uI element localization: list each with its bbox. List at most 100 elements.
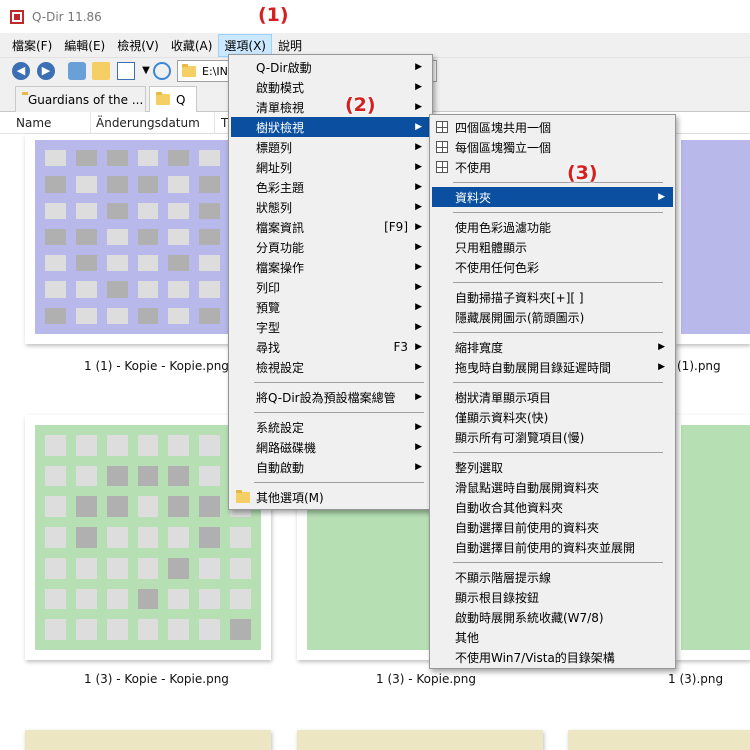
menu-item-title-bar[interactable]: 標題列 ▶ [231,137,430,157]
column-date[interactable]: Änderungsdatum [96,116,200,130]
menu-item-tab-features[interactable]: 分頁功能 ▶ [231,237,430,257]
menu-item-auto-select-expand[interactable]: 自動選擇目前使用的資料夾並展開 [432,537,673,557]
new-folder-icon[interactable] [92,62,110,80]
menu-item-other-options[interactable]: 其他選項(M) [231,487,430,507]
annotation-step-2: (2) [345,94,376,116]
menu-item-preview[interactable]: 預覽 ▶ [231,297,430,317]
menu-item-expand-favorites[interactable]: 啟動時展開系統收藏(W7/8) [432,607,673,627]
menu-item-font[interactable]: 字型 ▶ [231,317,430,337]
menu-item-startup-mode[interactable]: 啟動模式 ▶ [231,77,430,97]
menu-item-tree-none[interactable]: 不使用 [432,157,673,177]
menu-item-no-color[interactable]: 不使用任何色彩 [432,257,673,277]
menu-item-other[interactable]: 其他 [432,627,673,647]
menu-item-qdir-startup[interactable]: Q-Dir啟動 ▶ [231,57,430,77]
menu-label: 分頁功能 [256,240,305,255]
thumbnail[interactable] [25,730,271,750]
tab-q[interactable]: Q [149,86,197,112]
menu-label: 將Q-Dir設為預設檔案總管 [256,390,396,405]
menu-item-root-button[interactable]: 顯示根目錄按鈕 [432,587,673,607]
menu-item-address-bar[interactable]: 網址列 ▶ [231,157,430,177]
menu-item-tree-shared[interactable]: 四個區塊共用一個 [432,117,673,137]
menu-label: 隱藏展開圖示(箭頭圖示) [455,310,585,325]
menu-item-auto-collapse[interactable]: 自動收合其他資料夾 [432,497,673,517]
menu-item-folder[interactable]: 資料夾 ▶ [432,187,673,207]
menu-separator [453,452,663,453]
menu-separator [254,412,424,413]
menu-label: 其他 [455,630,480,645]
menu-item-tree-separate[interactable]: 每個區塊獨立一個 [432,137,673,157]
menu-label: 樹狀清單顯示項目 [455,390,552,405]
shortcut-label: F3 [393,340,408,354]
submenu-arrow-icon: ▶ [415,142,422,152]
menu-label: 色彩主題 [256,180,305,195]
menu-label: 整列選取 [455,460,504,475]
menu-item-folders-only[interactable]: 僅顯示資料夾(快) [432,407,673,427]
menu-item-list-view[interactable]: 清單檢視 ▶ [231,97,430,117]
submenu-arrow-icon: ▶ [658,192,665,202]
window-title: Q-Dir 11.86 [32,9,102,24]
menu-item-full-row-select[interactable]: 整列選取 [432,457,673,477]
menu-item-drag-expand-delay[interactable]: 拖曳時自動展開目錄延遲時間 ▶ [432,357,673,377]
menu-separator [453,332,663,333]
file-caption[interactable]: 1 (1) - Kopie - Kopie.png [84,359,229,373]
up-folder-icon[interactable] [68,62,86,80]
menu-item-system-settings[interactable]: 系統設定 ▶ [231,417,430,437]
menu-item-no-win7-structure[interactable]: 不使用Win7/Vista的目錄架構 [432,647,673,667]
menu-view[interactable]: 檢視(V) [111,34,165,57]
menu-item-auto-select-current[interactable]: 自動選擇目前使用的資料夾 [432,517,673,537]
menu-favorites[interactable]: 收藏(A) [165,34,219,57]
menu-item-view-settings[interactable]: 檢視設定 ▶ [231,357,430,377]
menu-item-color-theme[interactable]: 色彩主題 ▶ [231,177,430,197]
shortcut-label: [F9] [384,220,408,234]
menu-label: 不使用 [455,160,492,175]
submenu-arrow-icon: ▶ [415,102,422,112]
menu-item-auto-scan-subfolders[interactable]: 自動掃描子資料夾[+][ ] [432,287,673,307]
menu-item-file-operations[interactable]: 檔案操作 ▶ [231,257,430,277]
menu-item-print[interactable]: 列印 ▶ [231,277,430,297]
menu-item-file-info[interactable]: 檔案資訊 [F9] ▶ [231,217,430,237]
file-caption[interactable]: (1).png [677,359,721,373]
image-preview [681,140,750,334]
options-menu: Q-Dir啟動 ▶ 啟動模式 ▶ 清單檢視 ▶ 樹狀檢視 ▶ 標題列 ▶ 網址列 ▶ 色彩主… [228,54,433,510]
menu-label: 每個區塊獨立一個 [455,140,552,155]
menu-edit[interactable]: 編輯(E) [58,34,111,57]
thumbnail[interactable] [675,415,750,660]
view-mode-icon[interactable] [117,62,135,80]
menu-item-find[interactable]: 尋找 F3 ▶ [231,337,430,357]
menu-item-hide-expand-icon[interactable]: 隱藏展開圖示(箭頭圖示) [432,307,673,327]
menu-label: 啟動模式 [256,80,305,95]
tab-guardians[interactable]: Guardians of the ... [15,86,146,112]
menu-label: 不使用Win7/Vista的目錄架構 [455,650,615,665]
menu-separator [254,382,424,383]
thumbnail[interactable] [297,730,543,750]
back-arrow-icon[interactable]: ◀ [12,62,30,80]
file-caption[interactable]: 1 (3) - Kopie.png [376,672,476,686]
menu-label: 縮排寬度 [455,340,504,355]
column-name[interactable]: Name [16,116,51,130]
menu-item-indent-width[interactable]: 縮排寬度 ▶ [432,337,673,357]
forward-arrow-icon[interactable]: ▶ [37,62,55,80]
thumbnail[interactable] [568,730,750,750]
menu-label: 網路磁碟機 [256,440,317,455]
menu-item-status-bar[interactable]: 狀態列 ▶ [231,197,430,217]
menu-separator [453,282,663,283]
menu-item-tree-display-items[interactable]: 樹狀清單顯示項目 [432,387,673,407]
menu-file[interactable]: 檔案(F) [6,34,58,57]
menu-item-click-expand[interactable]: 滑鼠點選時自動展開資料夾 [432,477,673,497]
menu-item-bold-only[interactable]: 只用粗體顯示 [432,237,673,257]
menu-item-no-hierarchy-lines[interactable]: 不顯示階層提示線 [432,567,673,587]
menu-item-set-default-explorer[interactable]: 將Q-Dir設為預設檔案總管 ▶ [231,387,430,407]
file-caption[interactable]: 1 (3).png [668,672,723,686]
menu-item-network-drive[interactable]: 網路磁碟機 ▶ [231,437,430,457]
submenu-arrow-icon: ▶ [415,392,422,402]
menu-item-all-browsable[interactable]: 顯示所有可瀏覽項目(慢) [432,427,673,447]
file-caption[interactable]: 1 (3) - Kopie - Kopie.png [84,672,229,686]
menu-item-color-filter[interactable]: 使用色彩過濾功能 [432,217,673,237]
menu-item-tree-view[interactable]: 樹狀檢視 ▶ [231,117,430,137]
menu-label: 不顯示階層提示線 [455,570,552,585]
refresh-icon[interactable] [153,62,171,80]
menu-item-autostart[interactable]: 自動啟動 ▶ [231,457,430,477]
menu-label: 顯示所有可瀏覽項目(慢) [455,430,585,445]
thumbnail[interactable] [675,134,750,344]
menu-label: 顯示根目錄按鈕 [455,590,540,605]
